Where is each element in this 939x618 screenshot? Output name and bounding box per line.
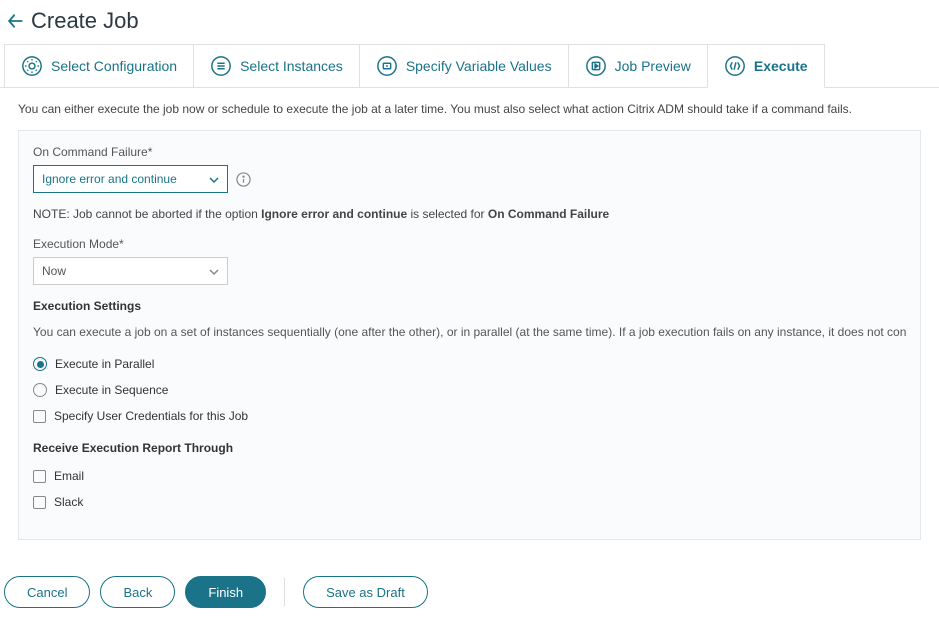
checkbox-label: Specify User Credentials for this Job [54, 409, 248, 423]
gear-icon [21, 55, 43, 77]
preview-icon [585, 55, 607, 77]
chevron-down-icon [209, 266, 219, 276]
intro-text: You can either execute the job now or sc… [18, 102, 921, 116]
execute-icon [724, 55, 746, 77]
list-icon [210, 55, 232, 77]
tab-execute[interactable]: Execute [707, 44, 825, 88]
checkbox-email[interactable]: Email [33, 469, 906, 483]
checkbox-icon [33, 410, 46, 423]
back-arrow-icon[interactable] [5, 11, 25, 31]
execution-settings-title: Execution Settings [33, 299, 906, 313]
footer-actions: Cancel Back Finish Save as Draft [0, 558, 939, 618]
chevron-down-icon [209, 174, 219, 184]
finish-button[interactable]: Finish [185, 576, 266, 608]
radio-icon [33, 357, 47, 371]
tab-label: Select Configuration [51, 58, 177, 74]
tab-select-instances[interactable]: Select Instances [193, 44, 360, 87]
checkbox-icon [33, 496, 46, 509]
tab-job-preview[interactable]: Job Preview [568, 44, 708, 87]
tab-label: Job Preview [615, 58, 691, 74]
radio-execute-parallel[interactable]: Execute in Parallel [33, 357, 906, 371]
radio-icon [33, 383, 47, 397]
checkbox-label: Slack [54, 495, 83, 509]
checkbox-icon [33, 470, 46, 483]
report-title: Receive Execution Report Through [33, 441, 906, 455]
select-value: Ignore error and continue [42, 172, 177, 186]
checkbox-slack[interactable]: Slack [33, 495, 906, 509]
tab-label: Specify Variable Values [406, 58, 552, 74]
tab-specify-variable-values[interactable]: Specify Variable Values [359, 44, 569, 87]
radio-execute-sequence[interactable]: Execute in Sequence [33, 383, 906, 397]
execution-mode-select[interactable]: Now [33, 257, 228, 285]
wizard-tabs: Select Configuration Select Instances Sp… [0, 44, 939, 88]
tab-select-configuration[interactable]: Select Configuration [4, 44, 194, 87]
radio-label: Execute in Parallel [55, 357, 154, 371]
checkbox-label: Email [54, 469, 84, 483]
variable-icon [376, 55, 398, 77]
info-icon[interactable] [236, 172, 251, 187]
note-text: NOTE: Job cannot be aborted if the optio… [33, 207, 906, 221]
page-title: Create Job [31, 8, 139, 34]
tab-label: Execute [754, 58, 808, 74]
cancel-button[interactable]: Cancel [4, 576, 90, 608]
back-button[interactable]: Back [100, 576, 175, 608]
execution-mode-label: Execution Mode* [33, 237, 906, 251]
divider [284, 578, 285, 606]
checkbox-specify-credentials[interactable]: Specify User Credentials for this Job [33, 409, 906, 423]
on-command-failure-label: On Command Failure* [33, 145, 906, 159]
execution-settings-desc: You can execute a job on a set of instan… [33, 325, 906, 339]
tab-label: Select Instances [240, 58, 343, 74]
save-as-draft-button[interactable]: Save as Draft [303, 576, 428, 608]
on-command-failure-select[interactable]: Ignore error and continue [33, 165, 228, 193]
execute-panel: On Command Failure* Ignore error and con… [18, 130, 921, 540]
select-value: Now [42, 264, 66, 278]
radio-label: Execute in Sequence [55, 383, 168, 397]
